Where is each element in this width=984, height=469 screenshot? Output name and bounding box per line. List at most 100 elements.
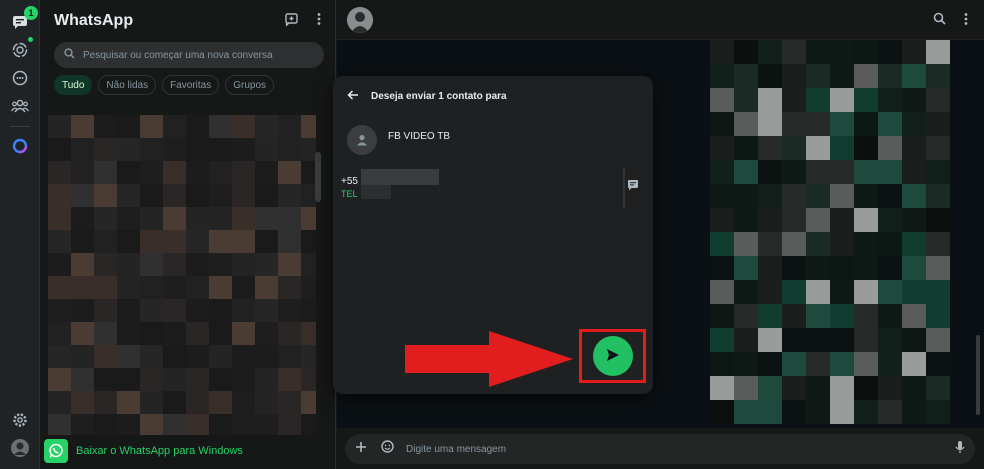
chat-scrollbar[interactable]: [976, 335, 980, 415]
pixel-block: [878, 88, 902, 112]
pixel-block: [255, 322, 278, 345]
pixel-block: [806, 184, 830, 208]
pixel-block: [278, 138, 301, 161]
composer-field[interactable]: [345, 434, 975, 464]
filter-groups[interactable]: Grupos: [225, 75, 275, 95]
menu-dots-icon[interactable]: [964, 12, 968, 31]
app-title: WhatsApp: [54, 12, 134, 29]
pixel-block: [806, 160, 830, 184]
pixel-block: [232, 207, 255, 230]
pixel-block: [926, 64, 950, 88]
pixel-block: [734, 232, 758, 256]
back-arrow-icon[interactable]: [347, 87, 359, 105]
pixel-block: [734, 184, 758, 208]
pixel-block: [209, 368, 232, 391]
chat-list-panel: WhatsApp Tudo Não lidas Favoritas Grupos: [40, 0, 336, 469]
pixel-block: [301, 299, 316, 322]
pixel-block: [48, 322, 71, 345]
pixel-block: [830, 160, 854, 184]
pixel-block: [854, 88, 878, 112]
pixel-block: [48, 345, 71, 368]
pixel-block: [758, 112, 782, 136]
pixel-block: [232, 322, 255, 345]
pixel-block: [734, 400, 758, 424]
pixel-block: [878, 352, 902, 376]
pixel-block: [710, 64, 734, 88]
pixel-block: [301, 230, 316, 253]
pixel-block: [782, 184, 806, 208]
pixel-block: [710, 184, 734, 208]
pixel-block: [758, 136, 782, 160]
pixel-block: [255, 138, 278, 161]
pixel-block: [902, 304, 926, 328]
pixel-block: [926, 256, 950, 280]
settings-icon[interactable]: [8, 408, 32, 432]
pixel-block: [94, 345, 117, 368]
pixel-block: [926, 112, 950, 136]
pixel-block: [71, 414, 94, 435]
pixel-block: [48, 161, 71, 184]
pixel-block: [734, 136, 758, 160]
pixel-block: [758, 400, 782, 424]
pixel-block: [163, 230, 186, 253]
search-bar[interactable]: [54, 42, 324, 68]
search-input[interactable]: [83, 49, 324, 61]
pixel-block: [854, 400, 878, 424]
pixel-block: [186, 368, 209, 391]
new-chat-icon[interactable]: [285, 12, 299, 31]
pixel-block: [902, 136, 926, 160]
pixel-block: [830, 232, 854, 256]
profile-avatar[interactable]: [8, 436, 32, 460]
attach-plus-icon[interactable]: [355, 440, 367, 458]
pixel-block: [926, 400, 950, 424]
pixel-block: [782, 160, 806, 184]
pixel-block: [117, 207, 140, 230]
pixel-block: [186, 322, 209, 345]
pixel-block: [806, 400, 830, 424]
meta-ai-icon[interactable]: [8, 134, 32, 158]
pixel-block: [140, 161, 163, 184]
phone-number-redacted: [361, 185, 391, 199]
pixel-block: [48, 368, 71, 391]
pixel-block: [278, 322, 301, 345]
pixel-block: [782, 232, 806, 256]
filter-unread[interactable]: Não lidas: [98, 75, 157, 95]
filter-favorites[interactable]: Favoritas: [162, 75, 220, 95]
pixel-block: [48, 391, 71, 414]
pixel-block: [163, 414, 186, 435]
pixel-block: [186, 391, 209, 414]
download-banner[interactable]: Baixar o WhatsApp para Windows: [44, 437, 243, 465]
filter-all[interactable]: Tudo: [54, 75, 93, 95]
pixel-block: [278, 115, 301, 138]
pixel-block: [278, 276, 301, 299]
pixel-block: [209, 207, 232, 230]
sticker-icon[interactable]: [381, 440, 394, 458]
channels-icon[interactable]: [8, 66, 32, 90]
pixel-block: [806, 40, 830, 64]
pixel-block: [902, 88, 926, 112]
pixel-block: [209, 253, 232, 276]
search-icon[interactable]: [933, 12, 946, 31]
pixel-block: [140, 391, 163, 414]
pixel-block: [71, 161, 94, 184]
chat-rows-pixelated: [48, 115, 316, 435]
pixel-block: [902, 64, 926, 88]
message-input[interactable]: [406, 443, 955, 455]
list-scrollbar[interactable]: [315, 152, 321, 202]
pixel-block: [209, 115, 232, 138]
pixel-block: [71, 230, 94, 253]
pixel-block: [232, 253, 255, 276]
pixel-block: [710, 400, 734, 424]
pixel-block: [734, 208, 758, 232]
microphone-icon[interactable]: [955, 440, 965, 459]
message-icon[interactable]: [627, 178, 639, 196]
pixel-block: [140, 207, 163, 230]
pixel-block: [48, 253, 71, 276]
communities-icon[interactable]: [8, 94, 32, 118]
contact-avatar[interactable]: [347, 7, 373, 33]
menu-dots-icon[interactable]: [317, 12, 321, 31]
pixel-block: [926, 40, 950, 64]
pixel-block: [255, 276, 278, 299]
whatsapp-logo-icon: [44, 439, 68, 463]
pixel-block: [232, 345, 255, 368]
